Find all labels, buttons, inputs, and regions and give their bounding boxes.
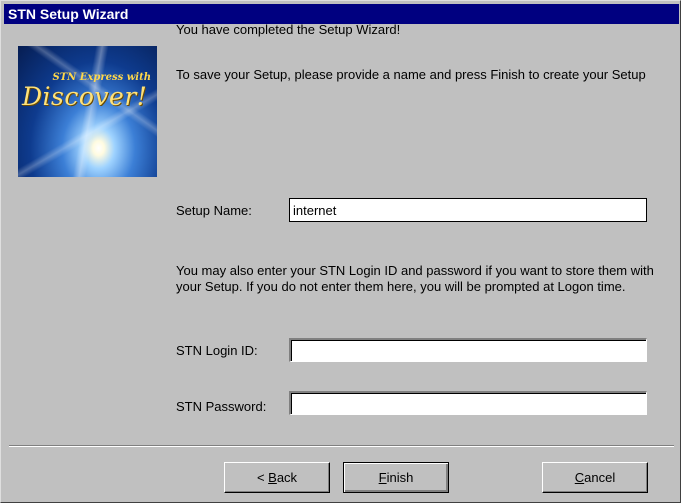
finish-mnemonic: F [378,470,387,485]
logo-light-rays [18,46,157,177]
cancel-button[interactable]: Cancel [542,462,648,493]
back-mnemonic: B [268,470,277,485]
cancel-mnemonic: C [574,470,585,485]
login-id-label: STN Login ID: [176,343,258,358]
back-prefix: < [256,470,269,485]
password-input[interactable] [289,391,647,415]
cancel-label-rest: ancel [584,470,616,485]
stn-discover-logo: STN Express with Discover! [18,46,157,177]
instruction-message: To save your Setup, please provide a nam… [176,67,646,82]
back-label-rest: ack [276,470,298,485]
finish-label-rest: inish [386,470,414,485]
setup-wizard-window: STN Setup Wizard STN Express with Discov… [0,0,681,503]
back-button[interactable]: < Back [224,462,330,493]
login-info-message: You may also enter your STN Login ID and… [176,263,654,294]
setup-name-label: Setup Name: [176,203,252,218]
completed-message: You have completed the Setup Wizard! [176,22,401,37]
finish-button[interactable]: Finish [343,462,449,493]
logo-wordmark: Discover! [22,82,148,111]
setup-name-input[interactable] [289,198,647,222]
button-separator [9,445,674,447]
window-title: STN Setup Wizard [4,4,679,24]
login-id-input[interactable] [289,338,647,362]
password-label: STN Password: [176,399,267,414]
